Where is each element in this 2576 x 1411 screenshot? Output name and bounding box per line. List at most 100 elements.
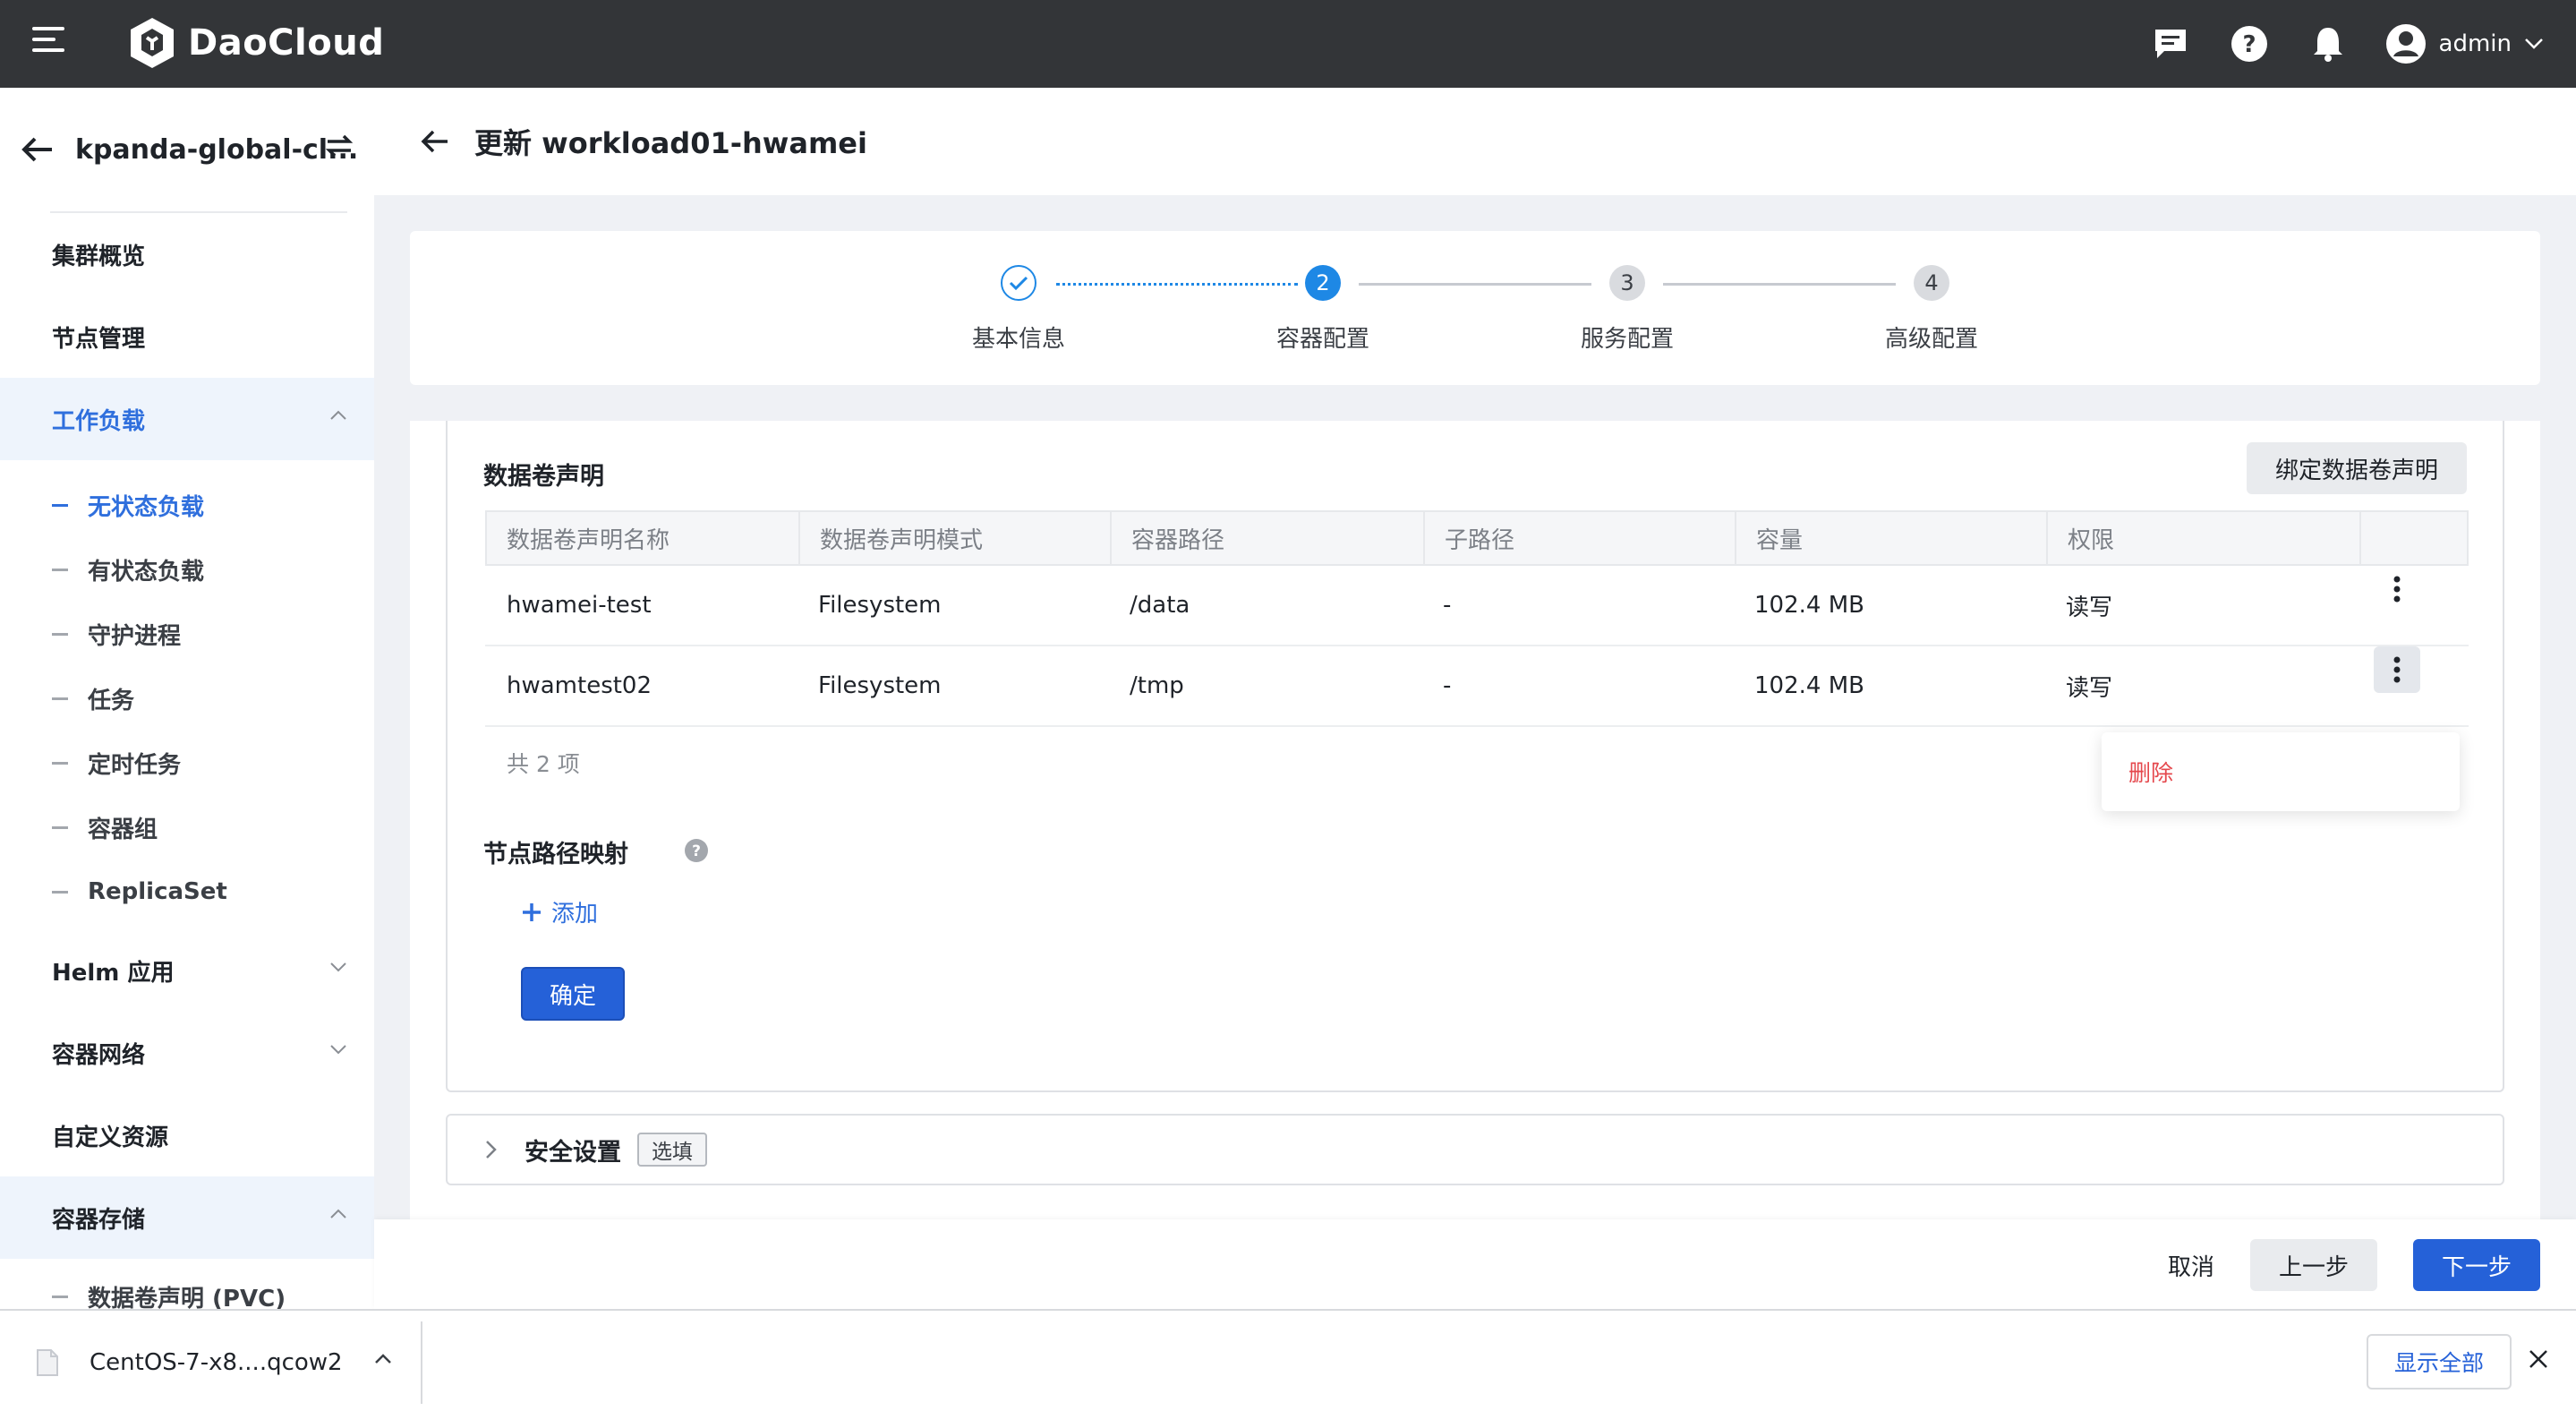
- cell-name: hwamtest02: [507, 672, 653, 699]
- column-header-actions: [2361, 512, 2467, 564]
- security-settings-title: 安全设置: [525, 1138, 621, 1167]
- brand-logo[interactable]: DaoCloud: [127, 16, 384, 70]
- cluster-header: kpanda-global-cl...: [0, 88, 374, 211]
- sidebar-item-label: 容器存储: [52, 1206, 146, 1234]
- sidebar-item-cluster-overview[interactable]: 集群概览: [0, 213, 374, 295]
- column-header: 数据卷声明名称: [487, 512, 800, 564]
- optional-tag: 选填: [637, 1133, 707, 1167]
- sidebar-subitem-label: 守护进程: [88, 622, 182, 650]
- sidebar-item-container-storage[interactable]: 容器存储: [0, 1176, 374, 1259]
- user-name: admin: [2438, 30, 2512, 57]
- add-host-path-button[interactable]: 添加: [521, 895, 598, 928]
- svg-text:?: ?: [692, 842, 701, 860]
- file-icon: [37, 1349, 58, 1376]
- sidebar-subitem-cronjobs[interactable]: 定时任务: [0, 731, 374, 795]
- sidebar-item-label: 工作负载: [52, 407, 146, 435]
- sidebar-item-label: 容器网络: [52, 1041, 146, 1069]
- close-icon[interactable]: [2528, 1348, 2549, 1370]
- step-label: 高级配置: [1884, 326, 1978, 353]
- column-header: 数据卷声明模式: [800, 512, 1112, 564]
- form-card: 数据卷声明 绑定数据卷声明 数据卷声明名称 数据卷声明模式 容器路径 子路径 容…: [410, 421, 2540, 1219]
- previous-step-button[interactable]: 上一步: [2250, 1239, 2377, 1291]
- next-step-button[interactable]: 下一步: [2413, 1239, 2540, 1291]
- sidebar-subitem-jobs[interactable]: 任务: [0, 666, 374, 731]
- user-menu[interactable]: admin: [2385, 23, 2544, 64]
- download-bar: CentOS-7-x8....qcow2 显示全部: [0, 1309, 2576, 1411]
- daocloud-logo-icon: [131, 18, 174, 68]
- chevron-down-icon: [2525, 38, 2543, 49]
- add-label: 添加: [551, 901, 599, 928]
- host-path-title: 节点路径映射: [483, 841, 628, 868]
- sidebar-subitem-statefulsets[interactable]: 有状态负载: [0, 537, 374, 602]
- sidebar-item-helm-apps[interactable]: Helm 应用: [0, 929, 374, 1012]
- sidebar-subitem-pods[interactable]: 容器组: [0, 795, 374, 859]
- bind-pvc-button[interactable]: 绑定数据卷声明: [2246, 442, 2467, 494]
- step-number: 3: [1609, 265, 1645, 301]
- column-header: 子路径: [1425, 512, 1736, 564]
- sidebar-subitem-label: 数据卷声明 (PVC): [88, 1285, 286, 1310]
- chevron-down-icon: [330, 962, 346, 972]
- cell-permission: 读写: [2066, 674, 2113, 702]
- cluster-name[interactable]: kpanda-global-cl...: [75, 134, 358, 166]
- sidebar-item-node-management[interactable]: 节点管理: [0, 295, 374, 378]
- delete-menu-item[interactable]: 删除: [2128, 756, 2173, 788]
- pvc-section-title: 数据卷声明: [483, 463, 604, 491]
- pvc-table: 数据卷声明名称 数据卷声明模式 容器路径 子路径 容量 权限 hwamei-te…: [485, 510, 2469, 727]
- sidebar-item-label: 节点管理: [52, 325, 146, 353]
- message-icon[interactable]: [2149, 22, 2192, 65]
- sidebar-item-custom-resources[interactable]: 自定义资源: [0, 1094, 374, 1176]
- back-arrow-icon[interactable]: [21, 136, 54, 163]
- step-label: 服务配置: [1580, 326, 1674, 353]
- pvc-section: 数据卷声明 绑定数据卷声明 数据卷声明名称 数据卷声明模式 容器路径 子路径 容…: [446, 421, 2504, 1092]
- page-header: 更新 workload01-hwamei: [374, 88, 2576, 195]
- download-item[interactable]: CentOS-7-x8....qcow2: [0, 1321, 422, 1404]
- sidebar-subitem-label: 容器组: [88, 816, 158, 843]
- stepper: 基本信息 2 容器配置 3 服务配置 4 高级配置: [410, 231, 2540, 385]
- switch-cluster-icon[interactable]: [324, 131, 354, 161]
- question-circle-icon[interactable]: ?: [684, 838, 709, 863]
- sidebar-item-label: Helm 应用: [52, 959, 175, 987]
- step-service-config[interactable]: 3 服务配置: [1538, 265, 1717, 354]
- avatar-icon: [2385, 24, 2426, 64]
- sidebar-subitem-label: 有状态负载: [88, 558, 205, 586]
- cell-permission: 读写: [2066, 594, 2113, 621]
- sidebar-item-workloads[interactable]: 工作负载: [0, 378, 374, 460]
- sidebar-item-label: 自定义资源: [52, 1124, 169, 1151]
- sidebar-subitem-pvc[interactable]: 数据卷声明 (PVC): [0, 1264, 374, 1309]
- bell-icon[interactable]: [2307, 22, 2350, 65]
- column-header: 容量: [1736, 512, 2048, 564]
- cell-name: hwamei-test: [507, 592, 652, 619]
- sidebar-subitem-daemonsets[interactable]: 守护进程: [0, 602, 374, 666]
- step-number: 4: [1914, 265, 1949, 301]
- confirm-button[interactable]: 确定: [521, 967, 625, 1021]
- download-file-name: CentOS-7-x8....qcow2: [90, 1349, 343, 1376]
- chevron-up-icon[interactable]: [374, 1354, 392, 1364]
- cell-subpath: -: [1443, 592, 1452, 619]
- security-settings-section[interactable]: 安全设置 选填: [446, 1114, 2504, 1185]
- svg-text:?: ?: [2242, 31, 2256, 58]
- back-arrow-icon[interactable]: [421, 129, 449, 154]
- sidebar-item-container-network[interactable]: 容器网络: [0, 1012, 374, 1094]
- sidebar-subitem-deployments[interactable]: 无状态负载: [0, 473, 374, 537]
- step-advanced-config[interactable]: 4 高级配置: [1842, 265, 2021, 354]
- cell-subpath: -: [1443, 672, 1452, 699]
- cell-capacity: 102.4 MB: [1754, 672, 1864, 699]
- sidebar-subitem-label: 无状态负载: [88, 493, 205, 521]
- chevron-right-icon: [486, 1141, 497, 1159]
- cell-mode: Filesystem: [818, 592, 942, 619]
- cancel-button[interactable]: 取消: [2139, 1239, 2243, 1291]
- show-all-downloads-button[interactable]: 显示全部: [2367, 1334, 2512, 1390]
- help-icon[interactable]: ?: [2228, 22, 2271, 65]
- step-container-config[interactable]: 2 容器配置: [1233, 265, 1412, 354]
- table-row: hwamtest02 Filesystem /tmp - 102.4 MB 读写: [485, 646, 2469, 727]
- more-actions-icon[interactable]: [2374, 646, 2420, 693]
- cell-path: /tmp: [1130, 672, 1184, 699]
- sidebar-subitem-replicasets[interactable]: ReplicaSet: [0, 859, 374, 924]
- more-actions-icon[interactable]: [2374, 566, 2420, 612]
- row-action-menu: 删除: [2102, 732, 2460, 811]
- step-basic-info[interactable]: 基本信息: [929, 265, 1108, 354]
- cell-mode: Filesystem: [818, 672, 942, 699]
- page-title: 更新 workload01-hwamei: [474, 126, 867, 160]
- sidebar-subitem-label: 任务: [88, 687, 135, 714]
- menu-icon[interactable]: [32, 27, 66, 61]
